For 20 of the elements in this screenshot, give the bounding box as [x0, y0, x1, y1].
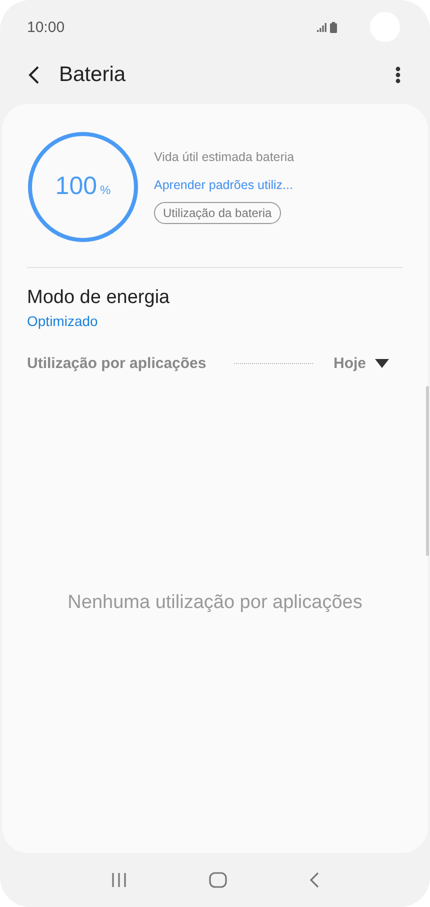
power-mode-item[interactable]: Modo de energia Optimizado — [27, 268, 403, 329]
status-time: 10:00 — [27, 18, 65, 36]
usage-heading: Utilização por aplicações — [27, 355, 206, 372]
empty-message: Nenhuma utilização por aplicações — [68, 592, 362, 614]
percent-sign: % — [100, 182, 111, 196]
period-dropdown[interactable]: Hoje — [333, 355, 389, 372]
page-title: Bateria — [59, 63, 127, 87]
power-mode-value: Optimizado — [27, 313, 99, 329]
power-mode-title: Modo de energia — [27, 287, 171, 309]
battery-icon — [330, 22, 337, 32]
home-icon[interactable] — [209, 872, 227, 888]
battery-usage-button[interactable]: Utilização da bateria — [154, 202, 281, 224]
estimate-label: Vida útil estimada bateria — [154, 150, 294, 164]
dropdown-icon — [375, 359, 389, 368]
signal-icon — [317, 22, 327, 32]
recents-icon[interactable] — [111, 873, 127, 887]
battery-percent: 100 — [55, 172, 98, 201]
back-icon[interactable] — [28, 66, 40, 84]
more-options-icon[interactable] — [395, 66, 401, 84]
learn-link[interactable]: Aprender padrões utiliz... — [154, 178, 293, 192]
